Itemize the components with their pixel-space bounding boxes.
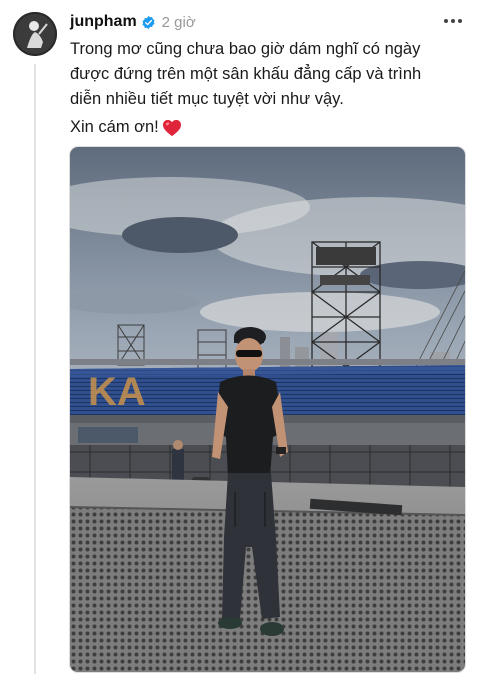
thread-post: junpham 2 giờ Trong mơ cũng chưa bao giờ… — [0, 0, 480, 677]
post-photo[interactable]: KA — [69, 146, 466, 673]
post-timestamp: 2 giờ — [161, 13, 196, 31]
caption-line: được đứng trên một sân khấu đẳng cấp và … — [70, 65, 422, 83]
thanks-text: Xin cám ơn! — [70, 118, 159, 136]
caption-line: Trong mơ cũng chưa bao giờ dám nghĩ có n… — [70, 40, 421, 58]
avatar[interactable] — [13, 12, 57, 56]
post-caption: Trong mơ cũng chưa bao giờ dám nghĩ có n… — [70, 37, 462, 140]
avatar-image — [13, 12, 57, 56]
thread-line — [34, 64, 36, 674]
heart-emoji-icon — [162, 119, 181, 136]
verified-badge-icon — [142, 15, 155, 29]
more-options-icon[interactable] — [442, 14, 464, 28]
stadium-stage-photo: KA — [70, 147, 465, 672]
caption-thanks: Xin cám ơn! — [70, 115, 462, 140]
post-header: junpham 2 giờ — [70, 10, 466, 34]
caption-line: diễn nhiều tiết mục tuyệt vời như vậy. — [70, 90, 344, 108]
username[interactable]: junpham — [70, 13, 137, 31]
